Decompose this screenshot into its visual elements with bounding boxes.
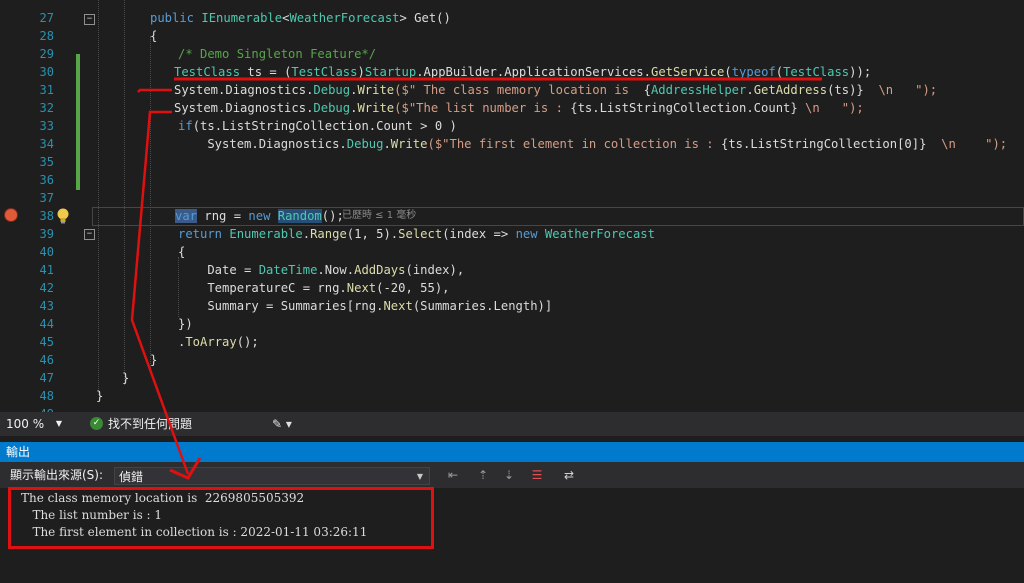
annotation-arrow — [130, 110, 190, 475]
annotation-arrows — [130, 77, 822, 480]
annotation-arrow — [137, 88, 172, 93]
